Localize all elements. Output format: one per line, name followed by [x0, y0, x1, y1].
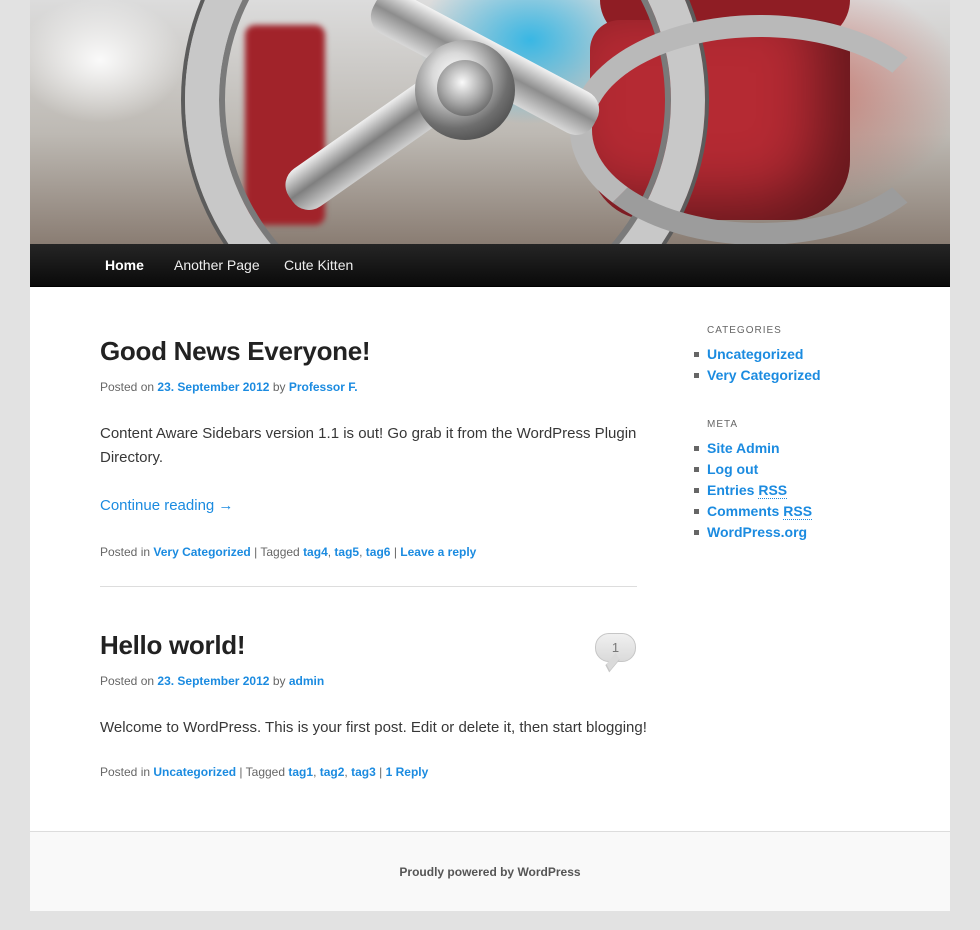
- rss-abbr: RSS: [783, 503, 813, 520]
- list-item: Uncategorized: [694, 344, 821, 365]
- tag-link[interactable]: tag6: [366, 545, 391, 559]
- post-footer: Posted in Very Categorized | Tagged tag4…: [100, 545, 477, 559]
- wordpress-org-link[interactable]: WordPress.org: [707, 524, 807, 540]
- categories-list: Uncategorized Very Categorized: [694, 344, 821, 386]
- post-title[interactable]: Hello world!: [100, 630, 245, 661]
- list-item: Comments RSS: [694, 501, 813, 522]
- leave-reply-link[interactable]: Leave a reply: [400, 545, 476, 559]
- comments-rss-link[interactable]: Comments RSS: [707, 503, 813, 520]
- post-divider: [100, 586, 637, 587]
- by-label: by: [272, 380, 286, 394]
- list-item: Entries RSS: [694, 480, 812, 501]
- list-item: Log out: [694, 459, 812, 480]
- tagged-label: | Tagged: [254, 545, 300, 559]
- entries-rss-link[interactable]: Entries RSS: [707, 482, 788, 499]
- post-excerpt: Content Aware Sidebars version 1.1 is ou…: [100, 425, 637, 466]
- page: Home Another Page Cute Kitten Good News …: [30, 0, 950, 911]
- nav-item-another-page[interactable]: Another Page: [174, 244, 260, 287]
- posted-on-label: Posted on: [100, 380, 155, 394]
- posted-in-label: Posted in: [100, 765, 151, 779]
- tagged-label: | Tagged: [239, 765, 286, 779]
- comment-count-bubble[interactable]: 1: [595, 633, 636, 662]
- rss-abbr: RSS: [758, 482, 788, 499]
- powered-by-link[interactable]: Proudly powered by WordPress: [30, 865, 950, 879]
- list-item: WordPress.org: [694, 522, 812, 543]
- list-item: Very Categorized: [694, 365, 821, 386]
- log-out-link[interactable]: Log out: [707, 461, 758, 477]
- nav-item-home[interactable]: Home: [105, 244, 144, 287]
- header-image[interactable]: [30, 0, 950, 244]
- category-link-very-categorized[interactable]: Very Categorized: [707, 367, 821, 383]
- posted-in-label: Posted in: [100, 545, 151, 559]
- header-image-hub-inner: [437, 60, 493, 116]
- post-title[interactable]: Good News Everyone!: [100, 336, 371, 367]
- separator: |: [393, 545, 397, 559]
- nav-item-cute-kitten[interactable]: Cute Kitten: [284, 244, 353, 287]
- tag-link[interactable]: tag1: [288, 765, 313, 779]
- post-category-link[interactable]: Very Categorized: [153, 545, 250, 559]
- post-author-link[interactable]: Professor F.: [289, 380, 358, 394]
- tag-link[interactable]: tag4: [303, 545, 328, 559]
- tag-link[interactable]: tag5: [334, 545, 359, 559]
- meta-widget-title: META: [707, 419, 739, 430]
- post-category-link[interactable]: Uncategorized: [153, 765, 236, 779]
- main-navigation: Home Another Page Cute Kitten: [30, 244, 950, 287]
- header-image-chrome-ring: [570, 15, 950, 244]
- post-footer: Posted in Uncategorized | Tagged tag1, t…: [100, 765, 429, 779]
- site-admin-link[interactable]: Site Admin: [707, 440, 780, 456]
- site-footer: Proudly powered by WordPress: [30, 831, 950, 911]
- continue-reading-link[interactable]: Continue reading →: [100, 497, 233, 514]
- categories-widget-title: CATEGORIES: [707, 325, 782, 336]
- post-date-link[interactable]: 23. September 2012: [157, 674, 269, 688]
- replies-link[interactable]: 1 Reply: [386, 765, 429, 779]
- posted-on-label: Posted on: [100, 674, 155, 688]
- post-author-link[interactable]: admin: [289, 674, 324, 688]
- post-date-link[interactable]: 23. September 2012: [157, 380, 269, 394]
- tag-link[interactable]: tag3: [351, 765, 376, 779]
- meta-list: Site Admin Log out Entries RSS Comments …: [694, 438, 813, 543]
- list-item: Site Admin: [694, 438, 812, 459]
- tag-link[interactable]: tag2: [320, 765, 345, 779]
- post-excerpt: Welcome to WordPress. This is your first…: [100, 719, 647, 736]
- separator: |: [379, 765, 383, 779]
- by-label: by: [272, 674, 286, 688]
- category-link-uncategorized[interactable]: Uncategorized: [707, 346, 803, 362]
- post-meta: Posted on 23. September 2012 by Professo…: [100, 380, 358, 394]
- entries-label: Entries: [707, 482, 755, 498]
- comments-label: Comments: [707, 503, 780, 519]
- post-meta: Posted on 23. September 2012 by admin: [100, 674, 324, 688]
